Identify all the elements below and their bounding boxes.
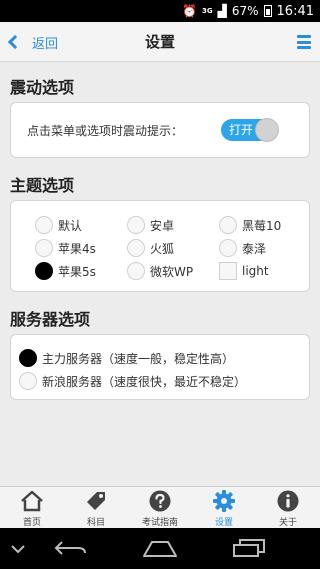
chevron-down-icon[interactable]	[10, 544, 26, 554]
theme-option-label: 黑莓10	[242, 218, 282, 233]
radio-button[interactable]	[19, 372, 37, 390]
server-option-main[interactable]: 主力服务器（速度一般，稳定性高）	[19, 349, 234, 367]
radio-button[interactable]	[219, 239, 237, 257]
tab-subjects[interactable]: 科目	[64, 487, 128, 529]
theme-option-iphone4s[interactable]: 苹果4s	[35, 239, 96, 257]
radio-button[interactable]	[127, 216, 145, 234]
radio-button-selected[interactable]	[35, 262, 53, 280]
clock-time: 16:41	[276, 3, 314, 19]
tag-icon	[87, 492, 105, 510]
vibration-label: 点击菜单或选项时震动提示：	[27, 124, 184, 138]
tab-home[interactable]: 首页	[0, 487, 64, 529]
tab-label: 首页	[22, 518, 41, 528]
radio-button[interactable]	[219, 216, 237, 234]
theme-option-default[interactable]: 默认	[35, 216, 82, 234]
vibration-section-title: 震动选项	[10, 78, 75, 97]
tab-exam-guide[interactable]: 考试指南	[128, 487, 192, 529]
theme-option-label: light	[242, 264, 269, 278]
radio-button[interactable]	[35, 216, 53, 234]
theme-option-label: 苹果5s	[58, 264, 96, 279]
toggle-knob	[255, 118, 279, 142]
battery-percent: 67%	[231, 4, 259, 18]
help-icon	[149, 490, 171, 512]
battery-icon	[263, 5, 272, 17]
hamburger-menu-icon[interactable]	[297, 35, 311, 49]
server-option-sina[interactable]: 新浪服务器（速度很快，最近不稳定）	[19, 372, 246, 390]
tab-about[interactable]: 关于	[256, 487, 320, 529]
server-section-title: 服务器选项	[10, 310, 91, 329]
system-nav-bar	[0, 528, 320, 569]
theme-section-title: 主题选项	[10, 176, 75, 195]
bottom-tab-bar: 首页 科目 考试指南 设置 关于	[0, 486, 320, 528]
tab-label: 关于	[278, 518, 297, 528]
theme-option-iphone5s[interactable]: 苹果5s	[35, 262, 96, 280]
theme-option-firefox[interactable]: 火狐	[127, 239, 174, 257]
alarm-clock-icon: ⏰	[182, 4, 197, 18]
theme-option-windowsphone[interactable]: 微软WP	[127, 262, 193, 280]
theme-card: 默认 安卓 黑莓10 苹果4s 火狐 泰泽 苹果5s 微软WP light	[10, 200, 310, 292]
network-type: 3G	[202, 7, 213, 15]
server-option-label: 新浪服务器（速度很快，最近不稳定）	[42, 374, 247, 389]
theme-option-label: 默认	[58, 218, 83, 233]
vibration-toggle[interactable]: 打开	[221, 118, 281, 142]
radio-button[interactable]	[127, 239, 145, 257]
tab-label: 科目	[86, 518, 105, 528]
tab-settings[interactable]: 设置	[192, 487, 256, 529]
nav-bar: 返回 设置	[0, 22, 320, 62]
home-nav-icon[interactable]	[142, 538, 178, 558]
theme-option-label: 微软WP	[150, 264, 194, 279]
radio-button[interactable]	[35, 239, 53, 257]
radio-button-selected[interactable]	[19, 349, 37, 367]
signal-icon: ▟	[217, 4, 227, 18]
tab-label: 设置	[214, 518, 233, 528]
theme-option-blackberry10[interactable]: 黑莓10	[219, 216, 281, 234]
theme-option-label: 苹果4s	[58, 241, 96, 256]
theme-option-light[interactable]: light	[219, 262, 269, 280]
recent-apps-icon[interactable]	[232, 538, 266, 558]
gear-icon	[213, 490, 235, 512]
vibration-card: 点击菜单或选项时震动提示： 打开	[10, 102, 310, 158]
status-bar: ⏰ 3G ▟ 67% 16:41	[0, 0, 320, 22]
theme-option-tizen[interactable]: 泰泽	[219, 239, 266, 257]
theme-option-android[interactable]: 安卓	[127, 216, 174, 234]
radio-button[interactable]	[127, 262, 145, 280]
info-icon	[277, 490, 299, 512]
home-icon	[21, 490, 43, 512]
server-card: 主力服务器（速度一般，稳定性高） 新浪服务器（速度很快，最近不稳定）	[10, 334, 310, 400]
tab-label: 考试指南	[141, 518, 178, 528]
checkbox[interactable]	[219, 262, 237, 280]
theme-option-label: 泰泽	[242, 241, 267, 256]
page-title: 设置	[144, 33, 175, 51]
server-option-label: 主力服务器（速度一般，稳定性高）	[42, 351, 235, 366]
back-nav-icon[interactable]	[54, 538, 88, 558]
theme-option-label: 火狐	[150, 241, 175, 256]
theme-option-label: 安卓	[150, 218, 175, 233]
